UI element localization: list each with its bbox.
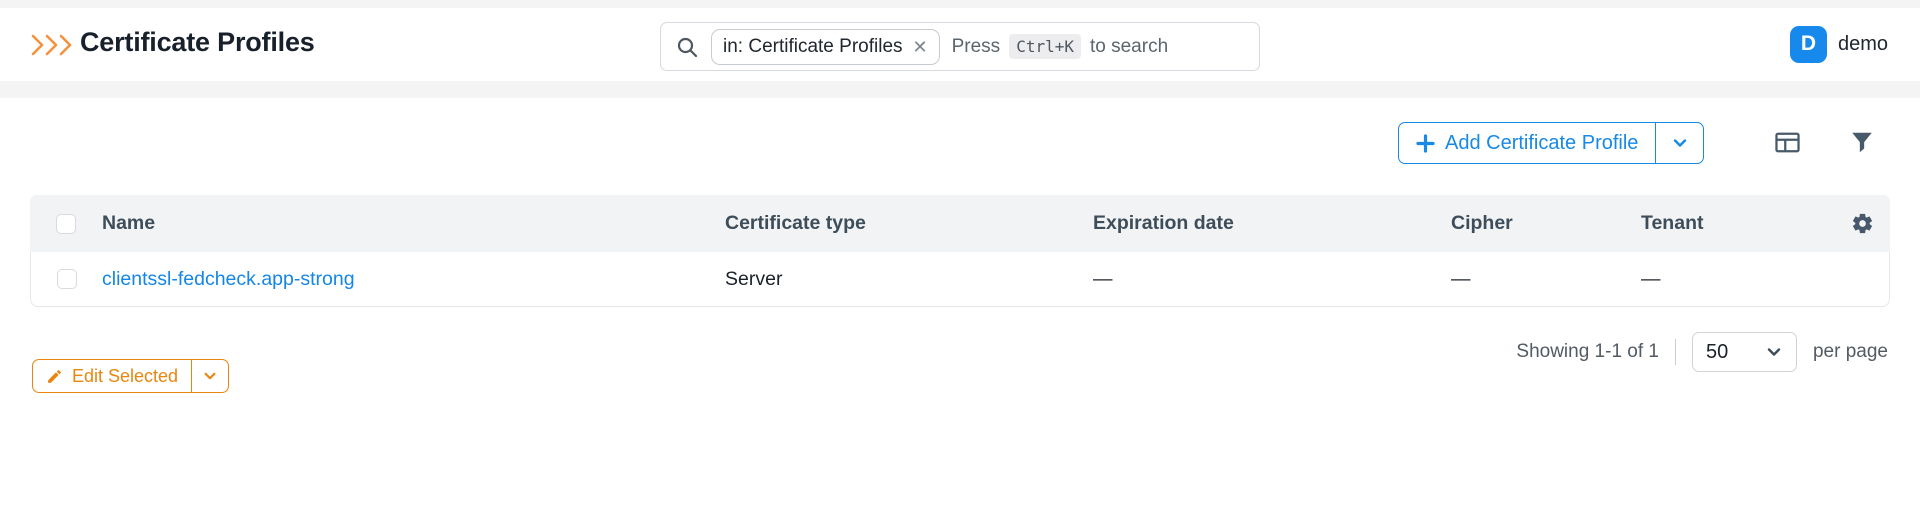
plus-icon: [1416, 134, 1435, 153]
ctrl-k-shortcut-badge: Ctrl+K: [1009, 34, 1081, 59]
cell-name: clientssl-fedcheck.app-strong: [102, 268, 725, 291]
select-all-cell: [30, 214, 102, 234]
edit-selected-button: Edit Selected: [32, 359, 229, 393]
column-header-name: Name: [102, 212, 725, 235]
add-certificate-profile-action[interactable]: Add Certificate Profile: [1399, 123, 1655, 163]
user-menu[interactable]: D demo: [1790, 23, 1888, 65]
triple-chevron-logo-icon: [30, 34, 76, 61]
column-header-tenant: Tenant: [1641, 212, 1851, 235]
page-size-select[interactable]: 50: [1692, 332, 1797, 372]
search-scope-chip-label: in: Certificate Profiles: [723, 36, 903, 58]
column-header-certificate-type: Certificate type: [725, 212, 1093, 235]
add-certificate-profile-button: Add Certificate Profile: [1398, 122, 1704, 164]
filter-button[interactable]: [1848, 128, 1876, 156]
cell-certificate-type: Server: [725, 268, 1093, 291]
table-layout-button[interactable]: [1773, 128, 1801, 156]
page-size-value: 50: [1706, 341, 1728, 364]
main-content: Add Certificate Profile: [0, 98, 1920, 525]
avatar[interactable]: D: [1790, 26, 1827, 63]
chevron-down-icon: [1671, 134, 1689, 152]
add-button-dropdown-toggle[interactable]: [1655, 123, 1703, 163]
app-header: Certificate Profiles in: Certificate Pro…: [0, 8, 1920, 81]
per-page-label: per page: [1813, 341, 1888, 363]
row-select-cell: [31, 269, 102, 289]
edit-button-dropdown-toggle[interactable]: [191, 360, 228, 392]
edit-selected-label: Edit Selected: [72, 366, 178, 387]
table-layout-icon: [1774, 129, 1801, 156]
pagination: Showing 1-1 of 1 50 per page: [1516, 332, 1888, 372]
edit-selected-action[interactable]: Edit Selected: [33, 360, 191, 392]
table-header-row: Name Certificate type Expiration date Ci…: [30, 195, 1890, 252]
select-all-checkbox[interactable]: [56, 214, 76, 234]
certificate-profiles-table: Name Certificate type Expiration date Ci…: [30, 195, 1890, 307]
cell-cipher: —: [1451, 268, 1641, 291]
column-header-expiration-date: Expiration date: [1093, 212, 1451, 235]
chevron-down-icon: [1765, 343, 1783, 361]
chip-remove-icon[interactable]: ✕: [913, 38, 928, 56]
pencil-icon: [46, 368, 63, 385]
table-row: clientssl-fedcheck.app-strong Server — —…: [30, 252, 1890, 307]
search-hint-prefix: Press: [952, 36, 1001, 58]
global-search-input[interactable]: in: Certificate Profiles ✕ Press Ctrl+K …: [660, 22, 1260, 71]
cell-expiration-date: —: [1093, 268, 1451, 291]
search-hint: Press Ctrl+K to search: [952, 34, 1169, 59]
pagination-divider: [1675, 339, 1676, 365]
row-checkbox[interactable]: [57, 269, 77, 289]
search-hint-suffix: to search: [1090, 36, 1168, 58]
cell-tenant: —: [1641, 268, 1851, 291]
profile-name-link[interactable]: clientssl-fedcheck.app-strong: [102, 268, 355, 290]
search-icon: [675, 35, 699, 59]
column-settings-button[interactable]: [1851, 212, 1889, 235]
user-name: demo: [1838, 33, 1888, 56]
search-scope-chip[interactable]: in: Certificate Profiles ✕: [711, 29, 940, 65]
column-header-cipher: Cipher: [1451, 212, 1641, 235]
gear-icon: [1851, 212, 1874, 235]
filter-funnel-icon: [1849, 129, 1875, 155]
sidebar-expand-toggle[interactable]: [30, 34, 76, 61]
page-title: Certificate Profiles: [80, 27, 315, 58]
add-certificate-profile-label: Add Certificate Profile: [1445, 132, 1638, 155]
chevron-down-icon: [202, 368, 218, 384]
showing-range-text: Showing 1-1 of 1: [1516, 341, 1659, 363]
